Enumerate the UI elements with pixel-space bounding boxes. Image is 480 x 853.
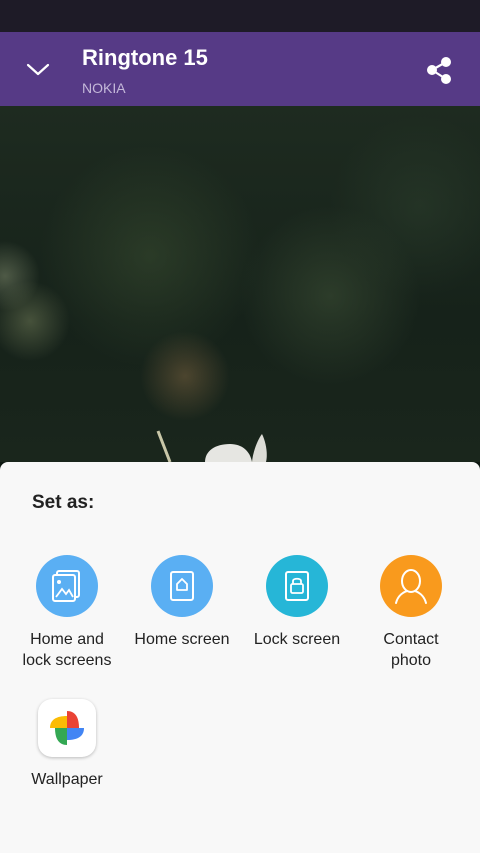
sheet-title: Set as:	[32, 492, 95, 513]
wallpaper-preview	[0, 106, 480, 462]
app-toolbar: Ringtone 15 NOKIA	[0, 32, 480, 106]
page-title: Ringtone 15	[82, 45, 208, 70]
option-label: Lock screen	[253, 631, 341, 648]
option-label: Home screen	[134, 631, 230, 648]
set-home-screen-option[interactable]: Home screen	[126, 555, 238, 650]
set-lock-screen-option[interactable]: Lock screen	[241, 555, 353, 650]
home-screen-icon	[151, 555, 213, 617]
set-wallpaper-option[interactable]: Wallpaper	[11, 699, 123, 790]
share-icon[interactable]	[422, 53, 456, 87]
lock-screen-icon	[266, 555, 328, 617]
option-label-line2: photo	[390, 652, 432, 669]
option-label: Contact	[383, 631, 439, 648]
set-home-and-lock-option[interactable]: Home and lock screens	[11, 555, 123, 671]
option-label: Wallpaper	[31, 771, 103, 788]
status-bar	[0, 0, 480, 32]
option-label-line2: lock screens	[22, 652, 112, 669]
home-and-lock-icon	[36, 555, 98, 617]
option-label: Home and	[30, 631, 104, 648]
collapse-chevron-icon[interactable]	[22, 54, 54, 86]
google-photos-pinwheel-icon	[38, 699, 96, 757]
set-contact-photo-option[interactable]: Contact photo	[355, 555, 467, 671]
flower-bud-image	[156, 430, 267, 462]
page-subtitle: NOKIA	[82, 80, 126, 96]
set-as-sheet: Set as: Home and lock screens Home scree…	[0, 462, 480, 853]
contact-icon	[380, 555, 442, 617]
